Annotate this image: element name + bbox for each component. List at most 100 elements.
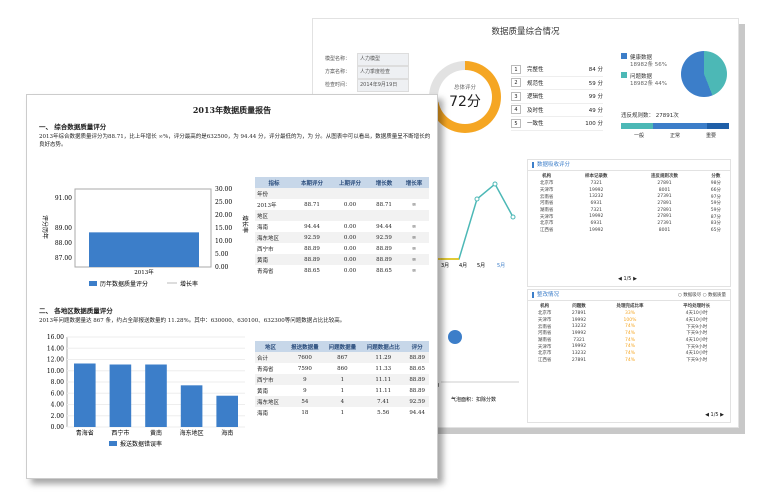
y2-tick: 30.00: [215, 186, 232, 193]
legend-swatch: [621, 72, 627, 78]
metrics-list: 1 完整性 84 分 2 规范性 59 分 3 逻辑性 99 分 4 及时性 49 分 5 一致性 100 …: [511, 63, 603, 131]
y2-tick: 20.00: [215, 212, 232, 219]
bar: [109, 364, 132, 427]
region-chart: 16.00 14.00 12.00 10.00 8.00 6.00 4.00 2.00 0.00…: [47, 334, 245, 448]
metric-row: 5 一致性 100 分: [511, 117, 603, 131]
y-tick: 16.00: [47, 334, 64, 341]
score-table: 指标 本期评分 上期评分 增长数 增长率 年份 2013年 88.71 0.00 88.71 ∞ 地区…: [255, 177, 429, 276]
table-row: 海南 94.44 0.00 94.44 ∞: [257, 223, 417, 231]
table-row: 海东地区 92.59 0.00 92.59 ∞: [255, 232, 429, 243]
line-point[interactable]: [510, 214, 516, 220]
info-box: 模型名称： 人力模型 方案名称： 人力季度检查 检查时间： 2014年9月19日: [325, 53, 409, 92]
summary-paragraph: 2013年综合数据质量评分为88.71，比上年增长 ∞%，评分最高的是63250…: [39, 134, 431, 148]
pager[interactable]: ◀ 1/5 ▶: [618, 276, 637, 282]
x-tick: 黄南: [150, 429, 162, 437]
summary-paragraph: 2013年问题数据量达 867 条，约占全部报送数量的 11.28%。其中：63…: [39, 318, 346, 324]
table-row: 青海省 7590 860 11.33 88.65: [257, 365, 426, 373]
severity-bar: [621, 123, 729, 129]
radio-group[interactable]: ○ 数据吸尽 ○ 数据质量: [678, 290, 730, 301]
table-row: 云南省 13232 74% 下天9小时: [537, 324, 708, 330]
section-heading: 二、 各地区数据质量评分: [39, 307, 113, 315]
panel-title: 整改情况 ○ 数据吸尽 ○ 数据质量: [528, 290, 730, 301]
bar: [145, 364, 167, 427]
metric-row: 4 及时性 49 分: [511, 104, 603, 117]
metric-row: 3 逻辑性 99 分: [511, 90, 603, 104]
y-tick: 12.00: [47, 357, 64, 364]
bubble[interactable]: [448, 330, 462, 344]
table-row: 湖南省 7321 27891 59分: [539, 207, 721, 214]
info-value: 2014年9月19日: [357, 79, 409, 92]
table-row: 西宁市 9 1 11.11 88.89: [255, 374, 429, 385]
x-tick: 西宁市: [111, 429, 129, 437]
y-tick: 8.00: [51, 379, 65, 386]
table-row: 北京市 7321 27891 98分: [539, 180, 721, 187]
legend-swatch: [109, 441, 117, 446]
score-gauge: 总体评分 72分: [429, 61, 501, 133]
svg-text:5月: 5月: [477, 263, 485, 269]
bar: [74, 363, 96, 427]
table-row: 海南 18 1 5.56 94.44: [257, 409, 426, 417]
info-label: 检查时间：: [325, 82, 351, 88]
report-title: 2013年数据质量报告: [192, 105, 272, 115]
table-row: 合计 7600 867 11.29 88.89: [255, 352, 429, 363]
table-row: 河南省 19992 74% 下天9小时: [537, 330, 708, 337]
table-row: 地区: [255, 210, 429, 221]
table-row: 河南省 6931 27891 59分: [539, 200, 721, 207]
legend-label: 增长率: [180, 280, 198, 288]
absorb-table: 机构 样本记录数 违反规则次数 分数 北京市 7321 27891 98分 天津市 19992 80…: [528, 171, 730, 234]
y-tick: 91.00: [55, 195, 72, 202]
table-row: 机构 问题数 处理完成比率 平均处理时长: [540, 303, 711, 309]
y2-tick: 0.00: [215, 264, 229, 271]
y-tick: 4.00: [51, 402, 65, 409]
legend-sub: 18982条 56%: [630, 62, 667, 68]
score-chart: 91.00 89.00 88.00 87.00 30.00 25.00 20.00 15.00…: [41, 186, 249, 288]
table-row: 江西省 19992 8001 65分: [539, 227, 721, 234]
table-row: 黄南 88.89 0.00 88.89 ∞: [255, 254, 429, 265]
x-tick: 海东地区: [180, 429, 204, 437]
line-point[interactable]: [492, 181, 498, 187]
metric-row: 1 完整性 84 分: [511, 63, 603, 77]
x-tick: 2013年: [134, 268, 154, 276]
bar: [89, 232, 199, 267]
bar: [216, 395, 238, 427]
y2-tick: 5.00: [215, 251, 229, 258]
table-row: 年份: [255, 188, 429, 199]
panel-title: 数据吸收评分: [528, 160, 730, 171]
y-tick: 0.00: [51, 424, 65, 431]
score-value: 72分: [449, 94, 481, 110]
table-row: 天津市 19992 74% 下天9小时: [537, 344, 708, 350]
legend-swatch: [621, 53, 627, 59]
table-row: 天津市 19992 100% 4天10小时: [537, 317, 708, 324]
y-tick: 14.00: [47, 345, 64, 352]
table-row: 北京市 6931 27391 83分: [539, 220, 721, 227]
line-point[interactable]: [474, 196, 480, 202]
dashboard-title: 数据质量综合情况: [491, 27, 560, 37]
table-row: 青海省 88.65 0.00 88.65 ∞: [257, 267, 417, 275]
y2-tick: 15.00: [215, 225, 232, 232]
table-row: 西宁市 88.89 0.00 88.89 ∞: [257, 245, 417, 253]
table-row: 海东地区 54 4 7.41 92.59: [255, 396, 429, 407]
bar: [180, 385, 203, 427]
pie-chart: [681, 51, 727, 97]
info-value: 人力季度检查: [357, 66, 409, 79]
info-value: 人力模型: [357, 53, 409, 66]
line-chart: 3月 4月 5月 5月: [433, 181, 516, 269]
y-tick: 6.00: [51, 390, 65, 397]
info-label: 模型名称：: [325, 56, 351, 62]
table-row: 云南省 13232 27391 97分: [539, 194, 721, 200]
table-row: 北京市 27891 33% 4天10小时: [537, 310, 708, 317]
table-row: 天津市 19992 27891 87分: [539, 214, 721, 220]
pie-legend: 健康数据 18982条 56% 问题数据 18982条 44%: [621, 53, 667, 88]
legend-label: 报送数据错误率: [120, 440, 162, 448]
svg-text:5月: 5月: [497, 263, 505, 269]
x-tick: 海南: [221, 429, 233, 437]
table-row: 黄南 9 1 11.11 88.89: [257, 387, 426, 395]
y-tick: 89.00: [55, 225, 72, 232]
report-window: 2013年数据质量报告 一、 综合数据质量评分 2013年综合数据质量评分为88…: [26, 94, 438, 479]
x-tick: 青海省: [76, 429, 94, 437]
y2-tick: 25.00: [215, 199, 232, 206]
y2-axis-label: 增长率: [241, 215, 249, 233]
pager[interactable]: ◀ 1/5 ▶: [705, 412, 724, 418]
table-row: 北京市 13232 74% 4天10小时: [537, 350, 708, 357]
y-tick: 88.00: [55, 240, 72, 247]
